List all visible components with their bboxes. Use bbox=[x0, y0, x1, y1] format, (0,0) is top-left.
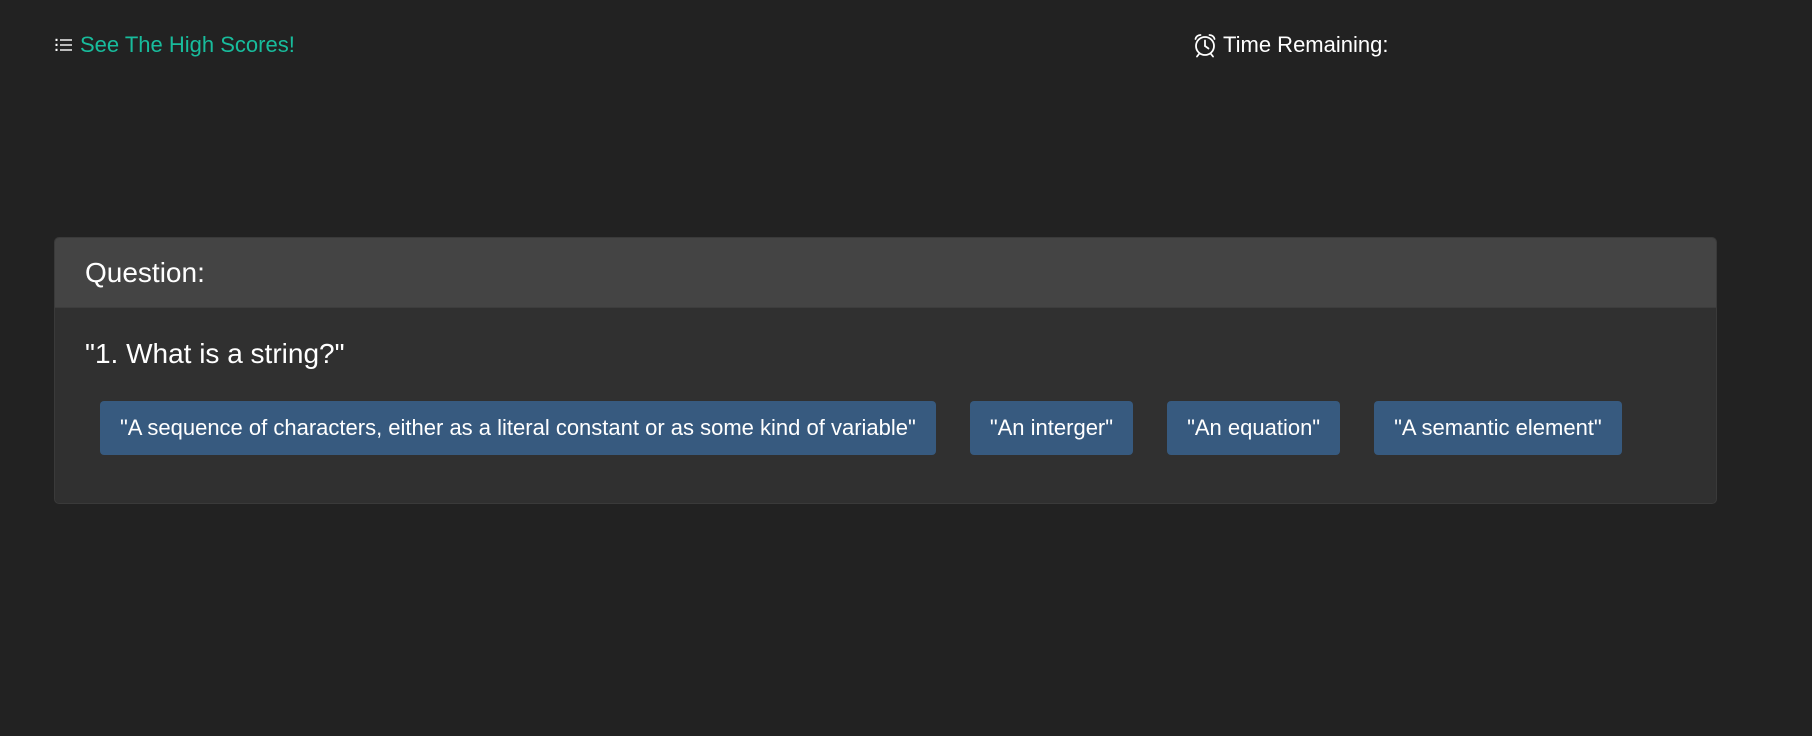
answer-list: "A sequence of characters, either as a l… bbox=[85, 401, 1686, 455]
list-ol-icon bbox=[54, 35, 74, 55]
answer-button-1[interactable]: "A sequence of characters, either as a l… bbox=[100, 401, 936, 455]
high-scores-label[interactable]: See The High Scores! bbox=[80, 32, 295, 58]
card-title: Question: bbox=[85, 256, 205, 288]
answer-button-4[interactable]: "A semantic element" bbox=[1374, 401, 1622, 455]
high-scores-link[interactable]: See The High Scores! bbox=[54, 32, 295, 58]
card-header: Question: bbox=[55, 238, 1716, 308]
timer: Time Remaining: bbox=[1192, 32, 1399, 58]
alarm-clock-icon bbox=[1192, 32, 1218, 58]
question-text: "1. What is a string?" bbox=[85, 338, 345, 369]
top-bar: See The High Scores! Time Remaining: bbox=[54, 32, 1812, 62]
answer-button-2[interactable]: "An interger" bbox=[969, 401, 1134, 455]
question-card: Question: "1. What is a string?" "A sequ… bbox=[54, 237, 1717, 504]
card-body: "1. What is a string?" "A sequence of ch… bbox=[55, 308, 1716, 455]
timer-label: Time Remaining: bbox=[1223, 32, 1389, 57]
answer-button-3[interactable]: "An equation" bbox=[1167, 401, 1341, 455]
